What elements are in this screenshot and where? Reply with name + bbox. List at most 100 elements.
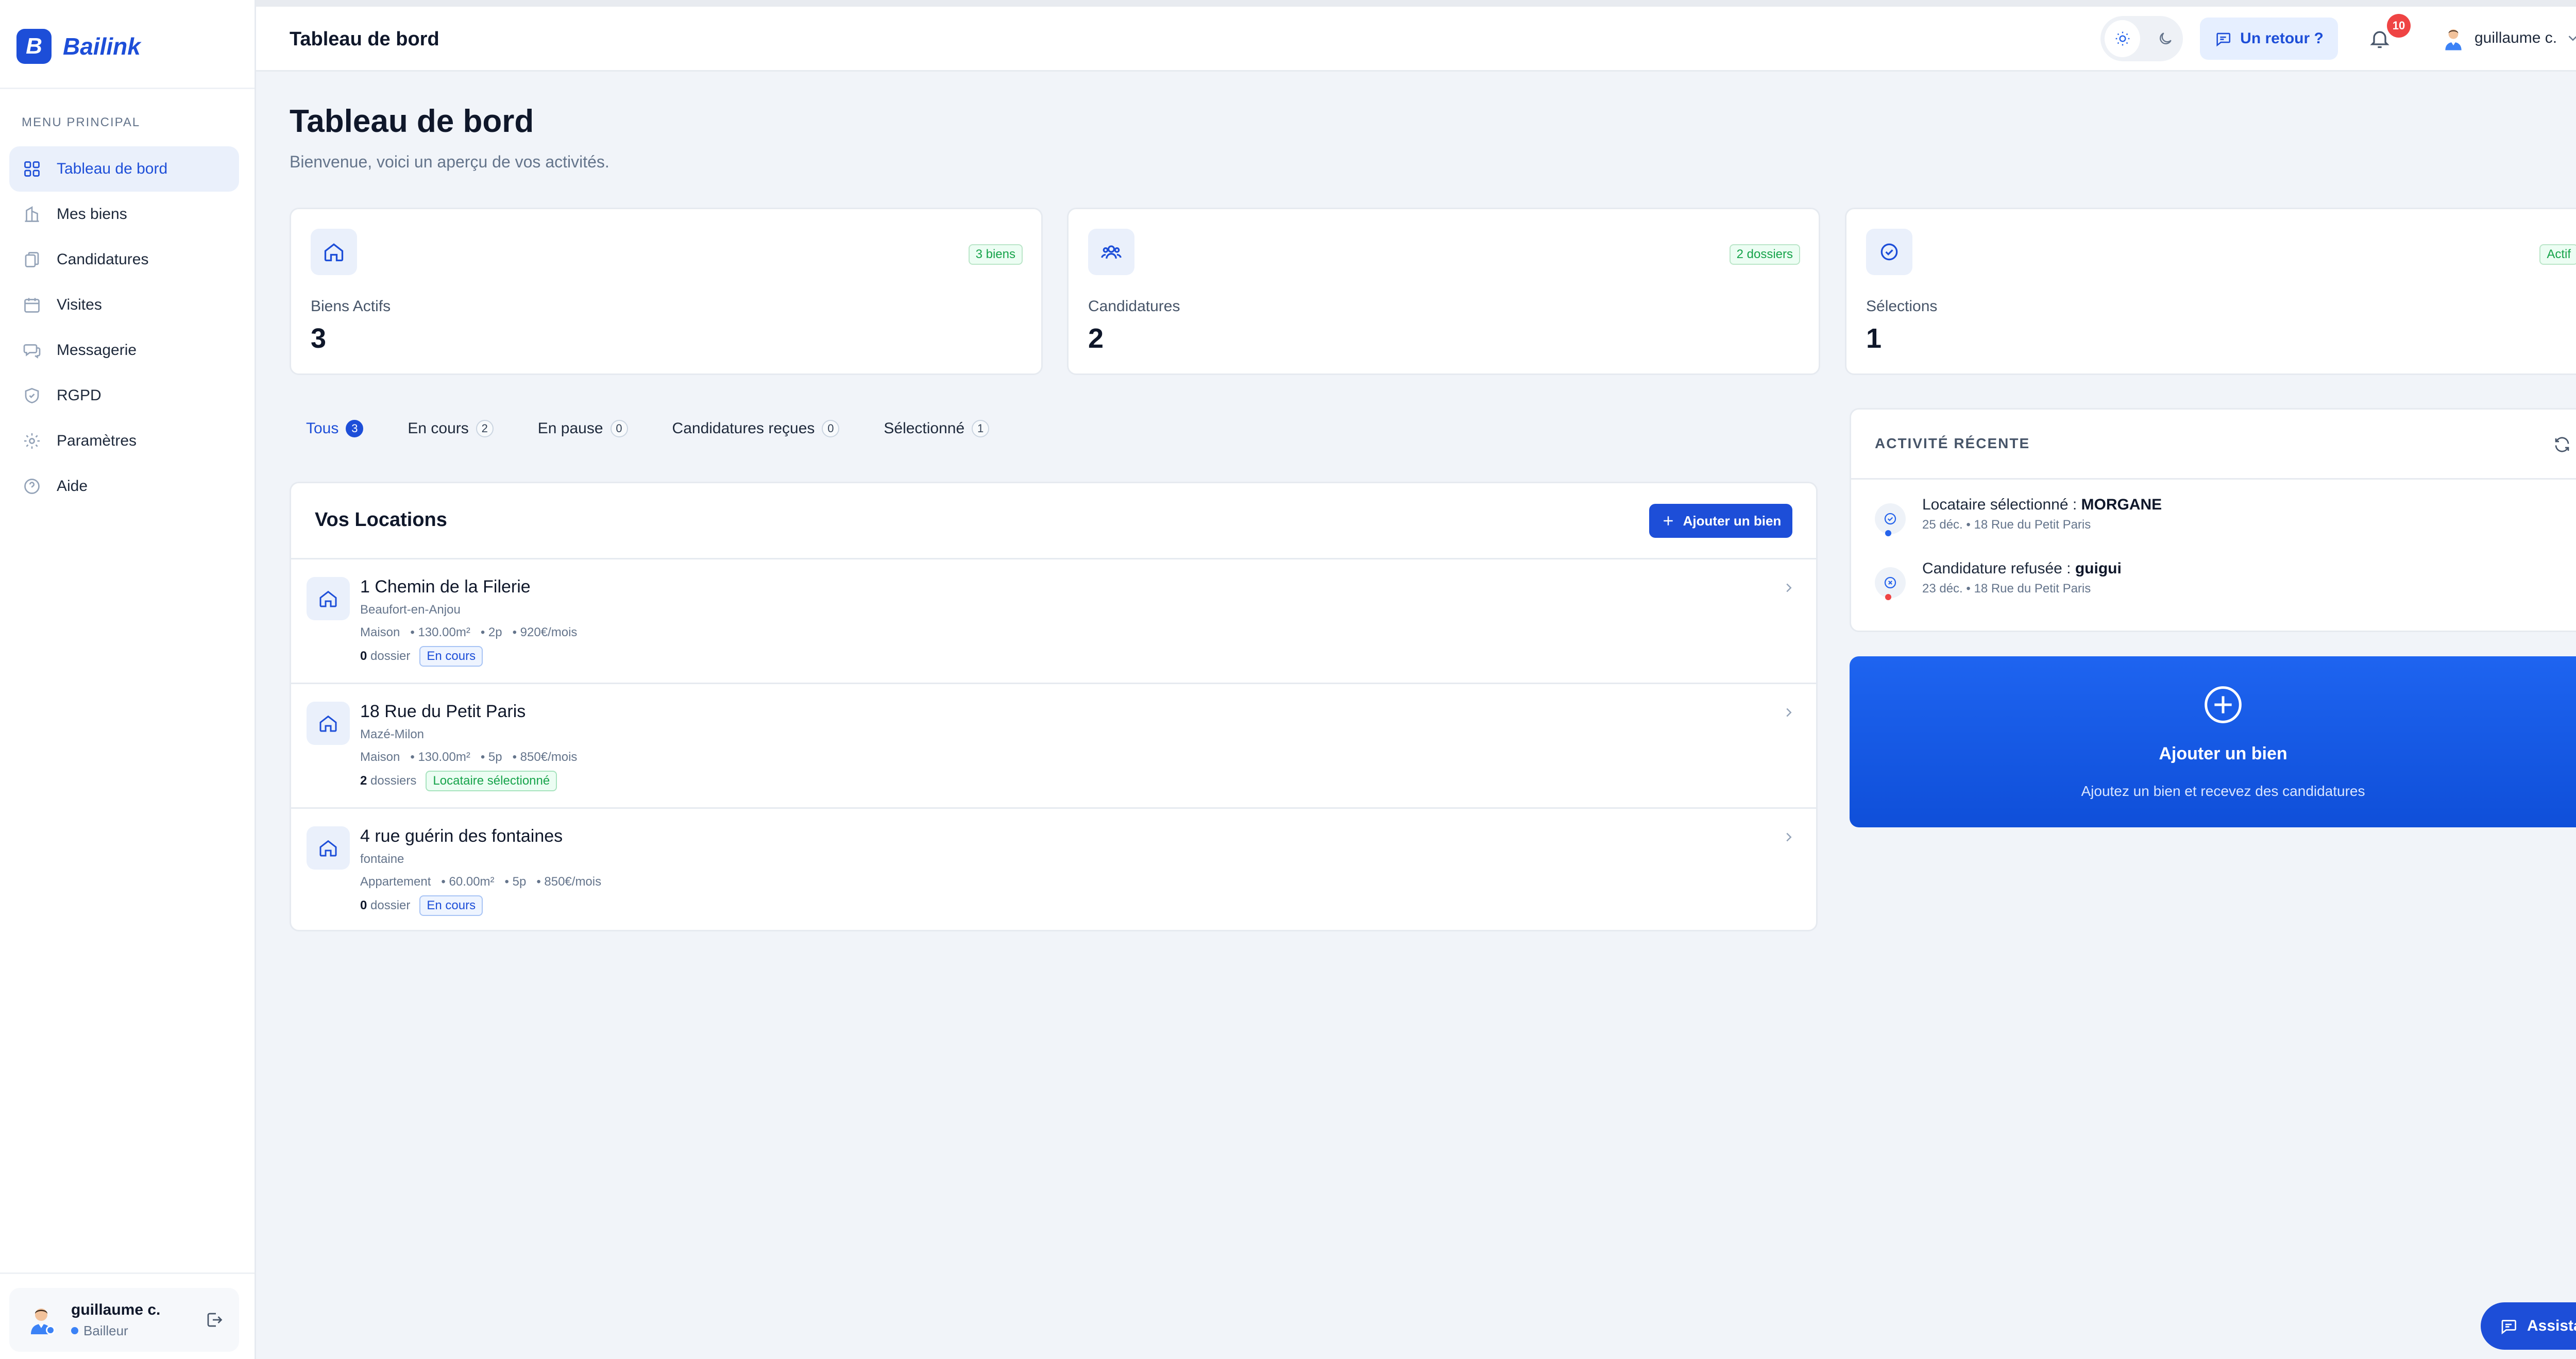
property-rooms: • 2p [480,625,502,639]
plus-icon [1663,516,1673,525]
logout-icon[interactable] [205,1311,224,1329]
sidebar-item-settings[interactable]: Paramètres [9,418,239,464]
status-badge: En cours [419,646,483,667]
property-type: Appartement [360,875,431,889]
dossier-word: dossiers [370,774,417,788]
stat-card-selections: Actif Sélections 1 [1845,208,2576,375]
activity-item[interactable]: Locataire sélectionné : MORGANE 25 déc. … [1875,496,2162,536]
documents-icon [25,252,39,267]
users-icon [1088,229,1134,275]
avatar [25,1303,58,1336]
light-mode-button[interactable] [2105,20,2140,57]
add-property-button[interactable]: Ajouter un bien [1649,504,1792,538]
check-circle-icon [1866,229,1912,275]
property-rent: • 850€/mois [512,750,578,764]
dossier-count: 2 [360,774,367,788]
property-name: 18 Rue du Petit Paris [360,702,526,721]
property-row[interactable]: 18 Rue du Petit Paris Mazé-Milon Maison … [291,684,1816,809]
feedback-button[interactable]: Un retour ? [2200,18,2338,60]
check-circle-icon [1875,503,1906,536]
tab-count: 2 [476,420,494,437]
add-property-card[interactable]: Ajouter un bien Ajoutez un bien et recev… [1850,656,2576,827]
refresh-icon[interactable] [2553,435,2571,454]
property-footer: 0 dossier En cours [360,646,483,667]
avatar [2441,25,2466,51]
theme-toggle[interactable] [2100,16,2183,61]
property-row[interactable]: 4 rue guérin des fontaines fontaine Appa… [291,809,1816,930]
feedback-label: Un retour ? [2240,30,2324,47]
property-row[interactable]: 1 Chemin de la Filerie Beaufort-en-Anjou… [291,559,1816,684]
shield-icon [25,388,39,403]
user-menu[interactable]: guillaume c. [2441,25,2576,51]
building-icon [25,206,39,222]
app-logo[interactable]: B Bailink [16,29,141,64]
sidebar-item-help[interactable]: Aide [9,464,239,509]
status-badge: Locataire sélectionné [426,771,557,791]
property-name: 4 rue guérin des fontaines [360,826,563,846]
property-rent: • 850€/mois [536,875,602,889]
activity-meta: 23 déc. • 18 Rue du Petit Paris [1922,582,2091,596]
home-icon [311,229,357,275]
sidebar-item-label: Messagerie [57,342,137,359]
stat-card-applications: 2 dossiers Candidatures 2 [1067,208,1820,375]
role-dot [71,1327,78,1334]
tab-count: 3 [346,420,364,437]
chevron-right-icon [1786,833,1792,842]
tab-applications-received[interactable]: Candidatures reçues 0 [656,420,840,437]
user-role-label: Bailleur [83,1322,128,1338]
sidebar-item-messages[interactable]: Messagerie [9,328,239,373]
home-icon [307,702,350,745]
activity-dot [1885,530,1891,536]
tab-selected[interactable]: Sélectionné 1 [867,420,990,437]
property-type: Maison [360,750,400,764]
property-meta: Maison • 130.00m² • 5p • 850€/mois [360,750,577,765]
activity-prefix: Candidature refusée : [1922,560,2075,577]
plus-circle-icon [2205,686,2242,723]
property-city: fontaine [360,852,404,866]
dossier-count-text: 2 dossiers [360,774,416,788]
sidebar-item-visits[interactable]: Visites [9,282,239,328]
dossier-count-text: 0 dossier [360,898,410,913]
chat-icon [23,344,41,359]
sidebar-item-gdpr[interactable]: RGPD [9,373,239,418]
dark-mode-button[interactable] [2147,20,2183,57]
sidebar-divider [0,88,255,89]
cta-subtitle: Ajoutez un bien et recevez des candidatu… [2081,783,2365,799]
top-strip [0,0,2576,7]
stat-badge: 3 biens [968,244,1023,265]
chevron-right-icon [1786,583,1792,592]
property-area: • 60.00m² [441,875,495,889]
sidebar-item-applications[interactable]: Candidatures [9,237,239,282]
sidebar-item-label: Visites [57,296,102,313]
activity-item[interactable]: Candidature refusée : guigui 23 déc. • 1… [1875,560,2122,600]
logo-mark: B [16,29,52,64]
tab-label: Candidatures reçues [672,420,815,437]
tab-paused[interactable]: En pause 0 [521,420,628,437]
filter-tabs: Tous 3 En cours 2 En pause 0 Candidature… [290,416,1017,441]
property-name: 1 Chemin de la Filerie [360,577,531,597]
activity-prefix: Locataire sélectionné : [1922,496,2081,513]
add-property-label: Ajouter un bien [1683,513,1782,529]
assistant-button[interactable]: Assistant [2481,1302,2576,1350]
property-rooms: • 5p [504,875,527,889]
sidebar-item-properties[interactable]: Mes biens [9,192,239,237]
tab-in-progress[interactable]: En cours 2 [391,420,494,437]
header-user-name: guillaume c. [2475,29,2557,46]
message-icon [2216,32,2231,47]
top-header: Tableau de bord Un retour ? 10 guillaume… [256,7,2576,72]
chat-icon [2501,1320,2516,1335]
dossier-count: 0 [360,649,367,663]
stat-label: Candidatures [1088,298,1180,315]
tab-all[interactable]: Tous 3 [290,420,364,437]
cta-title: Ajouter un bien [2159,744,2287,763]
stat-label: Sélections [1866,298,1938,315]
sidebar-item-label: RGPD [57,387,101,404]
sidebar-user-card[interactable]: guillaume c. Bailleur [9,1288,239,1352]
calendar-icon [24,298,40,313]
tab-label: Sélectionné [884,420,965,437]
tab-label: Tous [306,420,339,437]
sidebar-item-dashboard[interactable]: Tableau de bord [9,146,239,192]
property-rooms: • 5p [480,750,502,764]
status-badge: En cours [419,895,483,916]
locations-panel: Vos Locations Ajouter un bien 1 Chemin d… [290,482,1818,931]
